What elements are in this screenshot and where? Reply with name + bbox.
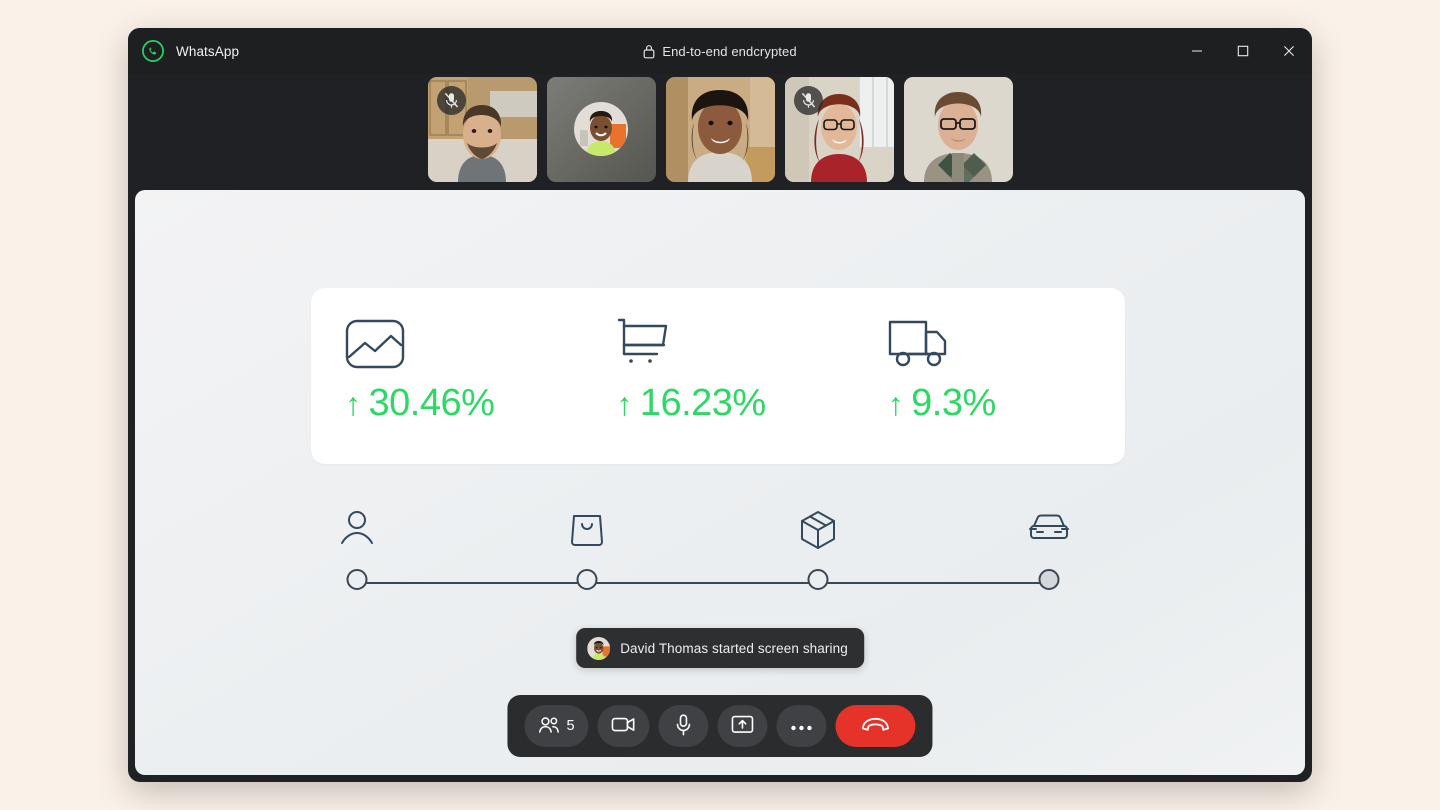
order-progress-timeline xyxy=(341,510,1069,600)
call-control-bar: 5 xyxy=(507,695,933,757)
timeline-node[interactable] xyxy=(576,569,598,590)
share-screen-button[interactable] xyxy=(717,705,768,747)
more-options-button[interactable] xyxy=(776,705,827,747)
metric-number: 30.46% xyxy=(368,382,495,424)
metric-value: ↑ 9.3% xyxy=(888,382,1125,425)
timeline-node[interactable] xyxy=(807,569,829,590)
metric-value: ↑ 16.23% xyxy=(616,382,853,425)
ellipsis-icon xyxy=(791,719,813,734)
title-bar-left: WhatsApp xyxy=(142,40,239,62)
title-bar: WhatsApp End-to-end endcrypted xyxy=(128,28,1312,74)
participant-tile[interactable] xyxy=(665,76,775,182)
shopping-bag-icon xyxy=(570,510,604,553)
participant-tile[interactable] xyxy=(784,76,894,182)
muted-microphone-icon xyxy=(436,85,466,115)
participant-tile[interactable] xyxy=(427,76,537,182)
delivery-truck-icon xyxy=(888,314,1125,374)
participants-count: 5 xyxy=(566,718,575,734)
minimize-button[interactable] xyxy=(1174,28,1220,74)
up-arrow-icon: ↑ xyxy=(887,385,904,422)
timeline-track xyxy=(357,582,1057,584)
metric-value: ↑ 30.46% xyxy=(345,382,582,425)
lock-icon xyxy=(643,44,655,59)
camera-button[interactable] xyxy=(597,705,650,747)
app-title: WhatsApp xyxy=(176,43,240,59)
metric-cart: ↑ 16.23% xyxy=(582,288,853,464)
participant-tile[interactable] xyxy=(546,76,656,182)
package-box-icon xyxy=(799,510,837,555)
end-call-button[interactable] xyxy=(835,705,916,747)
metric-delivery: ↑ 9.3% xyxy=(854,288,1125,464)
participants-button[interactable]: 5 xyxy=(524,705,589,747)
share-screen-icon xyxy=(731,715,754,737)
people-icon xyxy=(538,716,559,737)
participant-filmstrip xyxy=(128,74,1312,190)
metrics-card: ↑ 30.46% ↑ 16.23% ↑ 9.3% xyxy=(311,288,1125,464)
chart-image-icon xyxy=(345,314,582,374)
metric-number: 9.3% xyxy=(911,382,996,424)
up-arrow-icon: ↑ xyxy=(616,385,632,422)
timeline-node[interactable] xyxy=(1038,569,1060,590)
close-button[interactable] xyxy=(1266,28,1312,74)
timeline-node[interactable] xyxy=(346,569,368,590)
stage-wrapper: ↑ 30.46% ↑ 16.23% ↑ 9.3% David Thomas st… xyxy=(128,190,1312,782)
hang-up-icon xyxy=(861,717,891,736)
up-arrow-icon: ↑ xyxy=(345,385,361,422)
shopping-cart-icon xyxy=(616,314,853,374)
metric-number: 16.23% xyxy=(639,382,766,424)
david-thomas-avatar xyxy=(587,636,611,660)
whatsapp-logo-icon xyxy=(142,40,164,62)
screen-share-toast: David Thomas started screen sharing xyxy=(576,628,864,668)
metric-conversion: ↑ 30.46% xyxy=(311,288,582,464)
microphone-button[interactable] xyxy=(658,705,709,747)
encryption-indicator: End-to-end endcrypted xyxy=(128,28,1312,74)
car-icon xyxy=(1029,510,1069,551)
toast-message: David Thomas started screen sharing xyxy=(620,640,848,656)
muted-microphone-icon xyxy=(793,85,823,115)
microphone-icon xyxy=(676,713,692,739)
shared-screen-stage: ↑ 30.46% ↑ 16.23% ↑ 9.3% David Thomas st… xyxy=(135,190,1305,775)
window-controls xyxy=(1174,28,1312,74)
person-icon xyxy=(340,510,374,553)
whatsapp-call-window: WhatsApp End-to-end endcrypted ↑ 30.46% … xyxy=(128,28,1312,782)
encryption-label: End-to-end endcrypted xyxy=(662,43,797,59)
participant-tile[interactable] xyxy=(903,76,1013,182)
maximize-button[interactable] xyxy=(1220,28,1266,74)
avatar xyxy=(574,102,628,156)
video-camera-icon xyxy=(611,716,636,736)
timeline-icons xyxy=(341,510,1069,556)
